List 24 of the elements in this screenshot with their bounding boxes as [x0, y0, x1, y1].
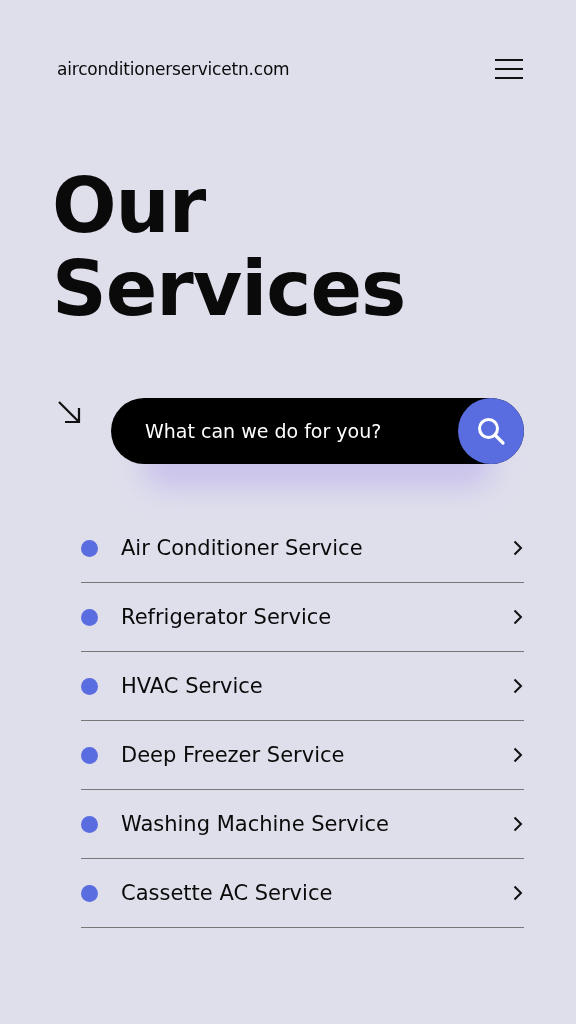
chevron-icon	[513, 678, 523, 694]
chevron-icon	[513, 540, 523, 556]
service-item[interactable]: Deep Freezer Service	[81, 721, 524, 790]
bullet-icon	[81, 815, 98, 833]
bullet-icon	[81, 608, 98, 626]
service-item[interactable]: Washing Machine Service	[81, 790, 524, 859]
menu-icon[interactable]	[495, 58, 523, 80]
service-item[interactable]: HVAC Service	[81, 652, 524, 721]
chevron-icon	[513, 609, 523, 625]
service-item[interactable]: Air Conditioner Service	[81, 514, 524, 583]
bullet-icon	[81, 677, 98, 695]
site-address[interactable]: airconditionerservicetn.com	[57, 59, 290, 79]
chevron-icon	[513, 816, 523, 832]
service-item[interactable]: Refrigerator Service	[81, 583, 524, 652]
service-item[interactable]: Cassette AC Service	[81, 859, 524, 928]
bullet-icon	[81, 746, 98, 764]
bullet-icon	[81, 539, 98, 557]
search-icon	[476, 416, 506, 446]
chevron-icon	[513, 747, 523, 763]
chevron-icon	[513, 885, 523, 901]
arrow-icon	[57, 400, 81, 424]
page-title: Services	[52, 247, 406, 330]
bullet-icon	[81, 884, 98, 902]
page-title: Our	[52, 164, 206, 247]
